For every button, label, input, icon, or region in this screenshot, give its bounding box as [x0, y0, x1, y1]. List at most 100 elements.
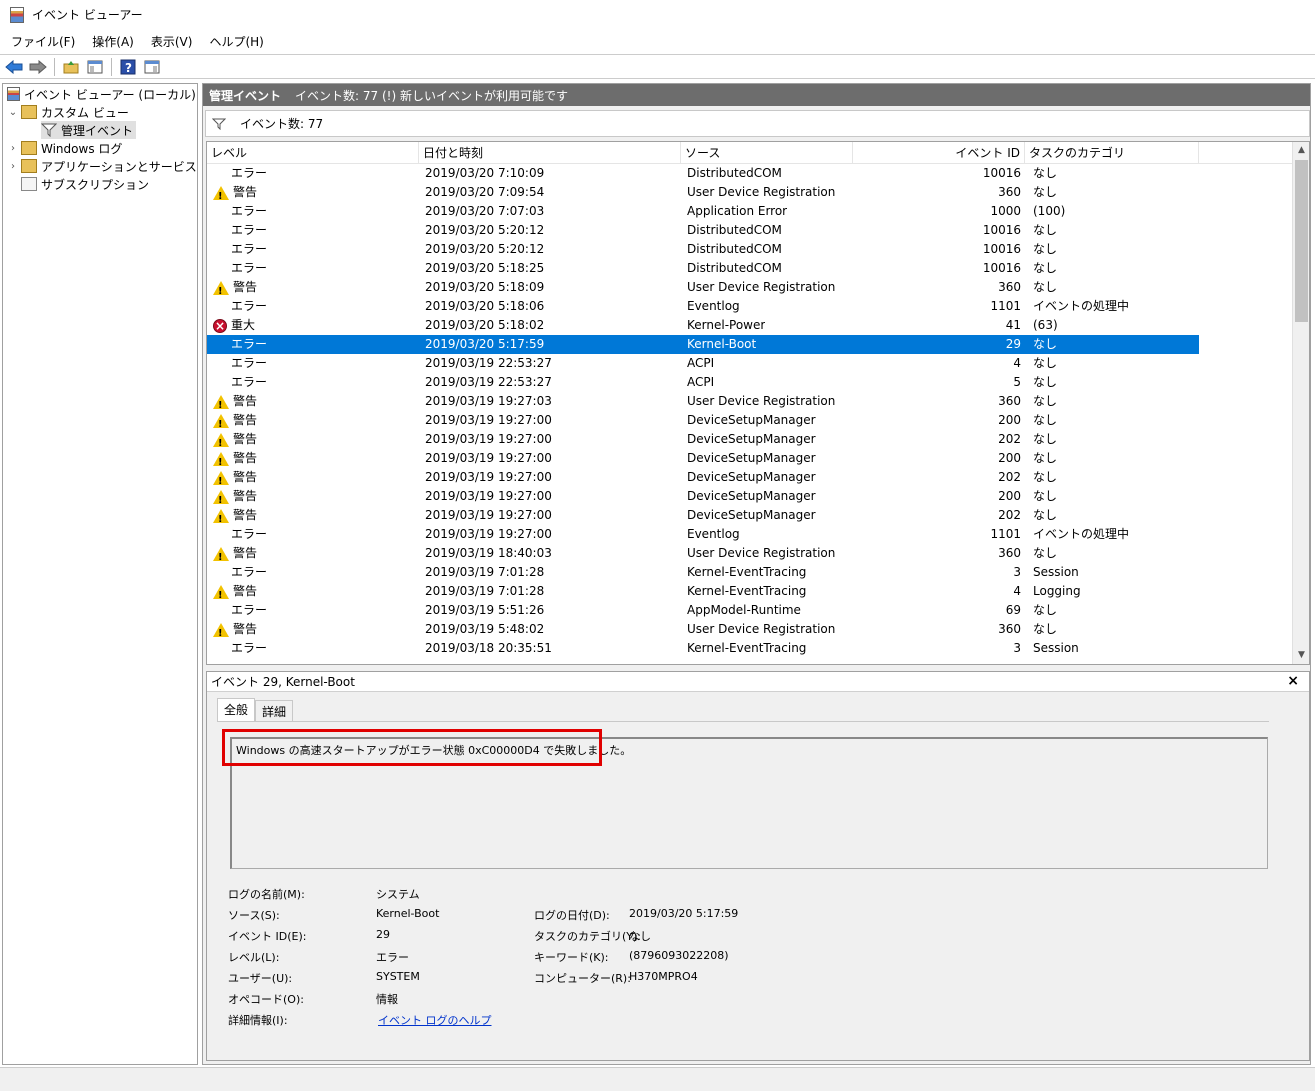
menu-help[interactable]: ヘルプ(H) [203, 33, 269, 50]
table-row[interactable]: エラー 2019/03/19 22:53:27 ACPI 5 なし [207, 373, 1199, 392]
table-row[interactable]: 重大 2019/03/20 5:18:02 Kernel-Power 41 (63) [207, 316, 1199, 335]
cell-source: Application Error [687, 204, 788, 218]
table-row[interactable]: 警告 2019/03/19 19:27:00 DeviceSetupManager 2… [207, 449, 1199, 468]
critical-icon [213, 317, 227, 335]
table-row[interactable]: エラー 2019/03/20 5:20:12 DistributedCOM 10016… [207, 221, 1199, 240]
table-row[interactable]: エラー 2019/03/19 19:27:00 Eventlog 1101 イベントの処… [207, 525, 1199, 544]
cell-event-id: 3 [1013, 641, 1021, 655]
scrollbar-thumb[interactable] [1295, 160, 1308, 322]
value-keywords: (8796093022208) [629, 949, 729, 962]
filter-count: イベント数: 77 [240, 117, 324, 131]
value-log-name: システム [376, 888, 420, 901]
cell-date: 2019/03/20 5:18:09 [425, 280, 545, 294]
cell-date: 2019/03/20 7:09:54 [425, 185, 545, 199]
tab-divider [217, 721, 1269, 722]
cell-category: (63) [1033, 318, 1058, 332]
cell-level: 警告 [213, 392, 413, 411]
value-source: Kernel-Boot [376, 907, 440, 920]
chevron-right-icon[interactable]: › [7, 143, 19, 154]
table-row[interactable]: 警告 2019/03/19 19:27:00 DeviceSetupManager 2… [207, 411, 1199, 430]
cell-level-text: エラー [231, 527, 268, 541]
show-hide-action-pane-icon[interactable] [142, 58, 162, 76]
cell-level: エラー [213, 563, 413, 582]
menu-action[interactable]: 操作(A) [86, 33, 140, 50]
cell-level: エラー [213, 259, 413, 278]
cell-event-id: 1101 [990, 527, 1021, 541]
cell-event-id: 1000 [990, 204, 1021, 218]
error-icon [213, 566, 227, 580]
svg-text:?: ? [125, 61, 132, 75]
column-date[interactable]: 日付と時刻 [419, 142, 681, 164]
tree-item-windows-logs[interactable]: › Windows ログ [7, 139, 122, 157]
chevron-right-icon[interactable]: › [7, 161, 19, 172]
tab-details[interactable]: 詳細 [255, 700, 294, 722]
table-row[interactable]: エラー 2019/03/20 5:18:06 Eventlog 1101 イベントの処理… [207, 297, 1199, 316]
chevron-down-icon[interactable]: ⌄ [7, 107, 19, 118]
table-row[interactable]: 警告 2019/03/19 7:01:28 Kernel-EventTracing 4… [207, 582, 1199, 601]
menu-view[interactable]: 表示(V) [145, 33, 199, 50]
table-row[interactable]: エラー 2019/03/20 5:17:59 Kernel-Boot 29 なし [207, 335, 1199, 354]
cell-category: なし [1033, 622, 1058, 636]
table-row[interactable]: 警告 2019/03/19 19:27:00 DeviceSetupManager 2… [207, 468, 1199, 487]
table-row[interactable]: エラー 2019/03/20 7:07:03 Application Error 10… [207, 202, 1199, 221]
tree-item-subscriptions[interactable]: サブスクリプション [21, 175, 149, 193]
cell-date: 2019/03/19 5:51:26 [425, 603, 545, 617]
event-viewer-icon [7, 87, 20, 101]
label-keywords: キーワード(K): [534, 951, 609, 964]
tree-admin-events-label: 管理イベント [61, 123, 134, 138]
toolbar: ? [0, 54, 1315, 79]
table-row[interactable]: 警告 2019/03/19 19:27:03 User Device Registr… [207, 392, 1199, 411]
folder-up-icon[interactable] [61, 58, 81, 76]
filter-icon [41, 123, 57, 137]
value-user: SYSTEM [376, 970, 420, 983]
cell-date: 2019/03/19 19:27:00 [425, 470, 552, 484]
cell-event-id: 1101 [990, 299, 1021, 313]
table-row[interactable]: エラー 2019/03/19 7:01:28 Kernel-EventTracing… [207, 563, 1199, 582]
cell-date: 2019/03/20 5:18:02 [425, 318, 545, 332]
menu-file[interactable]: ファイル(F) [5, 33, 81, 50]
table-row[interactable]: エラー 2019/03/19 22:53:27 ACPI 4 なし [207, 354, 1199, 373]
scroll-up-icon[interactable]: ▲ [1293, 142, 1309, 159]
warning-icon [213, 489, 229, 506]
table-row[interactable]: エラー 2019/03/18 20:35:51 Kernel-EventTracin… [207, 639, 1199, 658]
column-category[interactable]: タスクのカテゴリ [1025, 142, 1199, 164]
scroll-down-icon[interactable]: ▼ [1293, 647, 1309, 664]
cell-category: なし [1033, 223, 1058, 237]
cell-date: 2019/03/19 5:48:02 [425, 622, 545, 636]
show-hide-tree-icon[interactable] [85, 58, 105, 76]
cell-category: イベントの処理中 [1033, 527, 1130, 541]
table-row[interactable]: 警告 2019/03/19 5:48:02 User Device Registra… [207, 620, 1199, 639]
table-row[interactable]: エラー 2019/03/20 5:18:25 DistributedCOM 10016… [207, 259, 1199, 278]
cell-level: エラー [213, 354, 413, 373]
forward-arrow-icon[interactable] [28, 58, 48, 76]
cell-event-id: 69 [1005, 603, 1021, 617]
table-row[interactable]: 警告 2019/03/20 5:18:09 User Device Registra… [207, 278, 1199, 297]
table-row[interactable]: 警告 2019/03/19 19:27:00 DeviceSetupManager 2… [207, 487, 1199, 506]
table-row[interactable]: エラー 2019/03/19 5:51:26 AppModel-Runtime 69 な… [207, 601, 1199, 620]
tree-item-admin-events[interactable]: 管理イベント [41, 121, 137, 139]
table-row[interactable]: 警告 2019/03/19 19:27:00 DeviceSetupManager 2… [207, 506, 1199, 525]
back-arrow-icon[interactable] [4, 58, 24, 76]
cell-event-id: 360 [998, 394, 1021, 408]
cell-source: AppModel-Runtime [687, 603, 801, 617]
tree-item-custom-view[interactable]: ⌄ カスタム ビュー [7, 103, 129, 121]
main-header-info: イベント数: 77 (!) 新しいイベントが利用可能です [295, 88, 568, 103]
cell-category: なし [1033, 166, 1058, 180]
event-log-help-link[interactable]: イベント ログのヘルプ [378, 1012, 492, 1028]
table-row[interactable]: エラー 2019/03/20 5:20:12 DistributedCOM 10016… [207, 240, 1199, 259]
cell-category: なし [1033, 489, 1058, 503]
tree-item-app-service-logs[interactable]: › アプリケーションとサービス ログ [7, 157, 225, 175]
table-row[interactable]: 警告 2019/03/20 7:09:54 User Device Registra… [207, 183, 1199, 202]
column-source[interactable]: ソース [681, 142, 853, 164]
table-row[interactable]: エラー 2019/03/20 7:10:09 DistributedCOM 10016… [207, 164, 1199, 183]
tab-general[interactable]: 全般 [217, 698, 256, 722]
close-icon[interactable]: × [1287, 673, 1299, 689]
table-row[interactable]: 警告 2019/03/19 18:40:03 User Device Registr… [207, 544, 1199, 563]
column-level[interactable]: レベル [207, 142, 419, 164]
event-list-scrollbar[interactable]: ▲ ▼ [1292, 142, 1309, 664]
table-row[interactable]: 警告 2019/03/19 19:27:00 DeviceSetupManager 2… [207, 430, 1199, 449]
column-event-id[interactable]: イベント ID [853, 142, 1025, 164]
help-icon[interactable]: ? [118, 58, 138, 76]
tree-item-root[interactable]: イベント ビューアー (ローカル) [7, 85, 196, 103]
cell-level-text: 警告 [233, 280, 258, 294]
